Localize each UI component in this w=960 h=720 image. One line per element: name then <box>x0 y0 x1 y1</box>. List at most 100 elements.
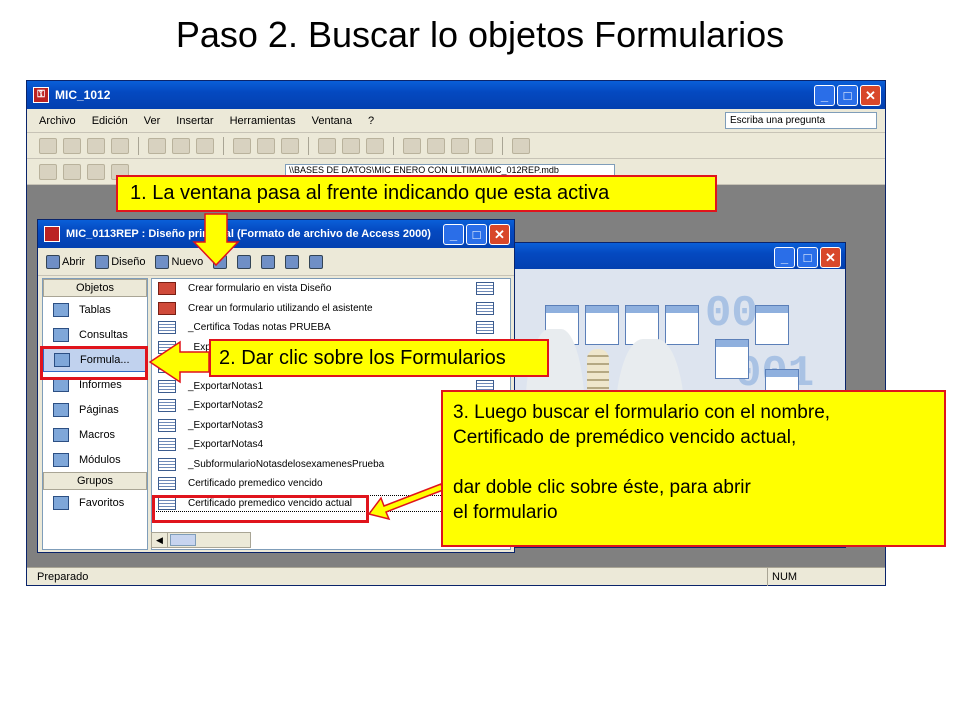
maximize-button[interactable]: □ <box>837 85 858 106</box>
diagram-table-box <box>715 339 749 379</box>
minimize-button[interactable]: _ <box>814 85 835 106</box>
design-icon <box>95 254 110 269</box>
close-button[interactable]: ✕ <box>489 224 510 245</box>
menu-help[interactable]: ? <box>368 115 374 127</box>
num-lock-indicator: NUM <box>767 568 797 586</box>
analyze-icon[interactable] <box>366 137 384 154</box>
callout-step-1: 1. La ventana pasa al frente indicando q… <box>116 175 717 212</box>
main-titlebar[interactable]: ⚿ MIC_1012 _ □ ✕ <box>27 81 885 109</box>
code-icon[interactable] <box>403 137 421 154</box>
form-icon <box>158 457 176 471</box>
design-view-icon <box>158 282 176 296</box>
form-icon <box>158 340 176 354</box>
maximize-button[interactable]: □ <box>797 247 818 268</box>
undo-icon[interactable] <box>318 137 336 154</box>
details-view-icon[interactable] <box>309 254 324 269</box>
print-icon[interactable] <box>148 137 166 154</box>
callout-step-2: 2. Dar clic sobre los Formularios <box>209 339 549 377</box>
relationships-icon[interactable] <box>451 137 469 154</box>
minimize-button[interactable]: _ <box>774 247 795 268</box>
menu-insertar[interactable]: Insertar <box>176 115 213 127</box>
standard-toolbar <box>27 133 885 159</box>
callout-step-3: 3. Luego buscar el formulario con el nom… <box>441 390 946 547</box>
new-icon <box>155 254 170 269</box>
menu-archivo[interactable]: Archivo <box>39 115 76 127</box>
highlight-formularios <box>40 346 148 380</box>
save-icon[interactable] <box>87 137 105 154</box>
toolbar-separator <box>223 136 224 155</box>
list-item[interactable]: Crear formulario en vista Diseño <box>152 279 510 299</box>
object-tablas[interactable]: Tablas <box>43 297 147 322</box>
menu-ventana[interactable]: Ventana <box>312 115 352 127</box>
form-icon <box>158 360 176 374</box>
menu-bar: Archivo Edición Ver Insertar Herramienta… <box>27 109 885 133</box>
module-icon <box>53 452 69 467</box>
object-macros[interactable]: Macros <box>43 422 147 447</box>
delete-icon[interactable] <box>213 254 228 269</box>
cut-icon[interactable] <box>233 137 251 154</box>
favorites-folder-icon <box>53 495 69 510</box>
office-links-icon[interactable] <box>342 137 360 154</box>
ask-question-box[interactable]: Escriba una pregunta <box>725 112 877 129</box>
open-icon <box>46 254 60 269</box>
objects-header[interactable]: Objetos <box>43 279 147 297</box>
groups-header[interactable]: Grupos <box>43 472 147 490</box>
horizontal-scrollbar[interactable]: ◀ <box>151 532 251 548</box>
form-icon <box>158 321 176 335</box>
form-icon <box>158 399 176 413</box>
new-icon[interactable] <box>39 137 57 154</box>
objects-bar: Objetos Tablas Consultas Formula... Info… <box>42 278 148 550</box>
access-app-icon: ⚿ <box>33 87 49 103</box>
slide-title: Paso 2. Buscar lo objetos Formularios <box>175 14 785 55</box>
open-button[interactable]: Abrir <box>46 254 85 269</box>
paste-icon[interactable] <box>281 137 299 154</box>
menu-herramientas[interactable]: Herramientas <box>230 115 296 127</box>
query-icon <box>53 327 69 342</box>
menu-edicion[interactable]: Edición <box>92 115 128 127</box>
forward-icon[interactable] <box>63 163 81 180</box>
copy-icon[interactable] <box>257 137 275 154</box>
close-button[interactable]: ✕ <box>820 247 841 268</box>
toolbar-separator <box>308 136 309 155</box>
form-icon <box>476 301 494 315</box>
db-titlebar[interactable]: MIC_0113REP : Diseño principal (Formato … <box>38 220 514 248</box>
scroll-left-icon[interactable]: ◀ <box>152 533 168 547</box>
toolbar-separator <box>138 136 139 155</box>
status-bar: Preparado NUM <box>27 567 885 586</box>
list-view-icon[interactable] <box>285 254 300 269</box>
object-modulos[interactable]: Módulos <box>43 447 147 472</box>
object-consultas[interactable]: Consultas <box>43 322 147 347</box>
close-button[interactable]: ✕ <box>860 85 881 106</box>
new-object-icon[interactable] <box>475 137 493 154</box>
large-icons-icon[interactable] <box>237 254 252 269</box>
back-icon[interactable] <box>39 163 57 180</box>
list-item[interactable]: _Certifica Todas notas PRUEBA <box>152 318 510 338</box>
design-button[interactable]: Diseño <box>95 254 145 269</box>
toolbar-separator <box>393 136 394 155</box>
stop-icon[interactable] <box>87 163 105 180</box>
small-icons-icon[interactable] <box>261 254 276 269</box>
form-icon <box>158 418 176 432</box>
database-icon <box>44 226 60 242</box>
minimize-button[interactable]: _ <box>443 224 464 245</box>
toolbar-separator <box>502 136 503 155</box>
form-titlebar[interactable]: _ □ ✕ <box>515 243 845 269</box>
object-paginas[interactable]: Páginas <box>43 397 147 422</box>
list-item[interactable]: Crear un formulario utilizando el asiste… <box>152 299 510 319</box>
form-icon <box>476 321 494 334</box>
db-toolbar: Abrir Diseño Nuevo <box>38 248 514 276</box>
highlight-target-form <box>152 495 369 523</box>
preview-icon[interactable] <box>172 137 190 154</box>
form-icon <box>158 477 176 491</box>
menu-ver[interactable]: Ver <box>144 115 161 127</box>
help-icon[interactable] <box>512 137 530 154</box>
open-icon[interactable] <box>63 137 81 154</box>
properties-icon[interactable] <box>427 137 445 154</box>
scroll-thumb[interactable] <box>170 534 196 546</box>
maximize-button[interactable]: □ <box>466 224 487 245</box>
group-favoritos[interactable]: Favoritos <box>43 490 147 515</box>
spelling-icon[interactable] <box>196 137 214 154</box>
search-icon[interactable] <box>111 137 129 154</box>
new-button[interactable]: Nuevo <box>155 254 203 269</box>
status-text: Preparado <box>37 570 89 583</box>
